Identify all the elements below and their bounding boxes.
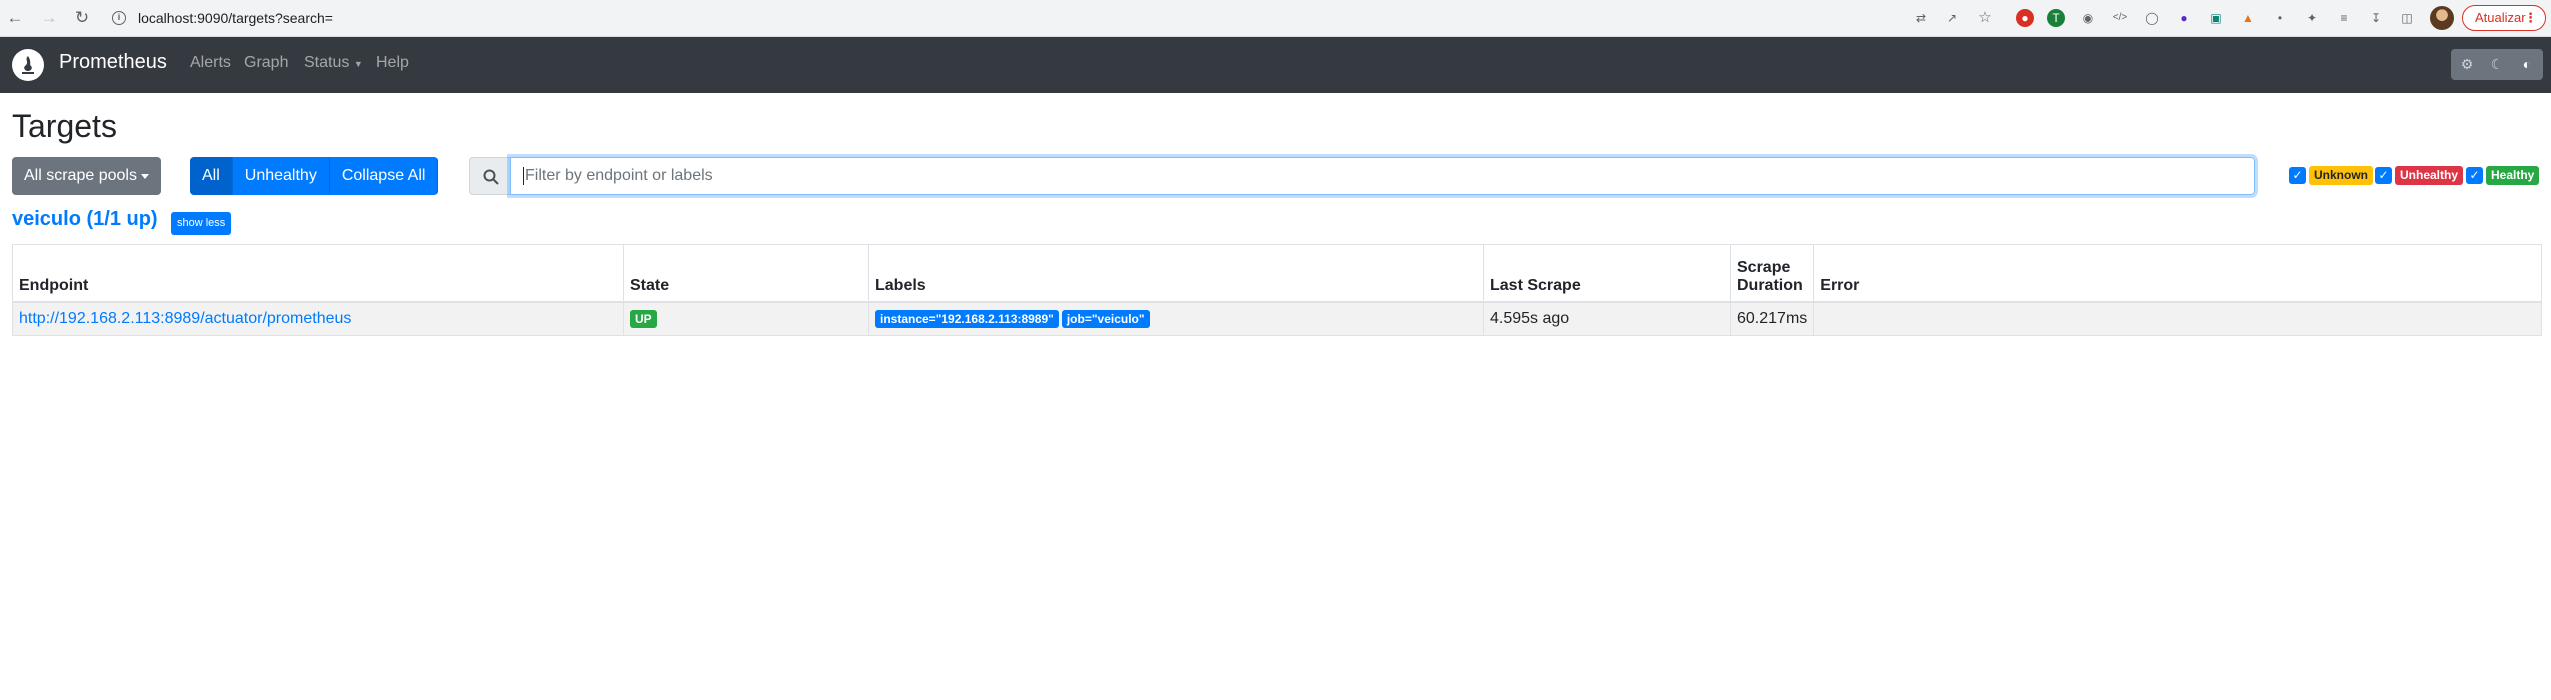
state-badge: UP — [630, 309, 657, 328]
search-icon-box — [469, 157, 511, 195]
menu-dots-icon: ⋮ — [2524, 10, 2537, 25]
check-icon[interactable]: ✓ — [2375, 167, 2392, 184]
update-button[interactable]: Atualizar ⋮ — [2462, 5, 2546, 31]
scrape-duration-cell: 60.217ms — [1729, 301, 1815, 336]
prometheus-logo-icon[interactable] — [12, 49, 44, 81]
unknown-badge: Unknown — [2309, 166, 2373, 185]
label-badge: instance="192.168.2.113:8989" — [875, 309, 1059, 328]
nav-graph[interactable]: Graph — [244, 54, 288, 72]
last-scrape-cell: 4.595s ago — [1483, 301, 1731, 336]
scrape-pools-dropdown[interactable]: All scrape pools — [12, 157, 161, 195]
update-label: Atualizar — [2475, 10, 2526, 25]
labels-cell: instance="192.168.2.113:8989" job="veicul… — [868, 301, 1484, 336]
extension-teal-icon[interactable]: ▣ — [2207, 9, 2225, 27]
state-cell: UP — [623, 301, 869, 336]
dark-theme-icon[interactable]: ☾ — [2482, 54, 2512, 75]
filter-all-button[interactable]: All — [190, 157, 233, 195]
forward-icon[interactable]: → — [38, 7, 60, 29]
extension-dot-icon[interactable]: • — [2271, 9, 2289, 27]
table-row: http://192.168.2.113:8989/actuator/prome… — [12, 301, 2542, 336]
extension-purple-icon[interactable]: ● — [2175, 9, 2193, 27]
theme-toggle-group: ⚙ ☾ ◐ — [2451, 49, 2543, 80]
unhealthy-badge: Unhealthy — [2395, 166, 2464, 185]
app-navbar: Prometheus Alerts Graph Status ▼ Help ⚙ … — [0, 37, 2551, 93]
healthy-badge: Healthy — [2486, 166, 2540, 185]
column-header: Error — [1813, 244, 2542, 303]
health-filter-healthy[interactable]: ✓ Healthy — [2466, 166, 2540, 185]
page-title: Targets — [12, 108, 117, 144]
error-cell — [1813, 301, 2542, 336]
download-icon[interactable]: ↧ — [2367, 9, 2385, 27]
side-panel-icon[interactable]: ◫ — [2398, 9, 2416, 27]
scrape-pools-label: All scrape pools — [24, 167, 137, 184]
health-filter-unknown[interactable]: ✓ Unknown — [2289, 166, 2373, 185]
caret-down-icon — [141, 174, 149, 179]
extensions-puzzle-icon[interactable]: ✦ — [2303, 9, 2321, 27]
bookmark-star-icon[interactable]: ☆ — [1976, 9, 1994, 27]
reload-icon[interactable]: ↻ — [71, 7, 93, 29]
table-header-row: Endpoint State Labels Last Scrape Scrape… — [12, 244, 2542, 303]
check-icon[interactable]: ✓ — [2466, 167, 2483, 184]
endpoint-link[interactable]: http://192.168.2.113:8989/actuator/prome… — [19, 310, 351, 327]
address-bar[interactable]: i localhost:9090/targets?search= — [102, 4, 2022, 33]
targets-table: Endpoint State Labels Last Scrape Scrape… — [12, 244, 2542, 336]
light-theme-icon[interactable]: ⚙ — [2452, 54, 2482, 75]
translate-icon[interactable]: ⇄ — [1912, 9, 1930, 27]
scrape-pool-title[interactable]: veiculo (1/1 up) — [12, 208, 158, 231]
nav-status[interactable]: Status ▼ — [304, 54, 363, 72]
nav-help[interactable]: Help — [376, 54, 409, 72]
chevron-down-icon: ▼ — [353, 59, 363, 69]
column-header: Scrape Duration — [1729, 244, 1815, 303]
auto-theme-icon[interactable]: ◐ — [2512, 54, 2542, 75]
extension-red-icon[interactable]: ● — [2016, 9, 2034, 27]
column-header: Labels — [868, 244, 1484, 303]
show-less-button[interactable]: show less — [171, 212, 232, 235]
endpoint-cell: http://192.168.2.113:8989/actuator/prome… — [12, 301, 624, 336]
column-header: Last Scrape — [1483, 244, 1731, 303]
shield-icon[interactable]: ◯ — [2143, 9, 2161, 27]
filter-button-group: All Unhealthy Collapse All — [190, 157, 439, 195]
column-header: State — [623, 244, 869, 303]
filter-unhealthy-button[interactable]: Unhealthy — [232, 157, 330, 195]
site-info-icon[interactable]: i — [112, 11, 126, 25]
brand-name[interactable]: Prometheus — [59, 51, 167, 74]
metamask-fox-icon[interactable]: ▲ — [2239, 9, 2257, 27]
back-icon[interactable]: ← — [4, 7, 26, 29]
column-header: Endpoint — [12, 244, 624, 303]
reading-list-icon[interactable]: ≡ — [2335, 9, 2353, 27]
profile-avatar[interactable] — [2430, 6, 2454, 30]
nav-alerts[interactable]: Alerts — [190, 54, 231, 72]
browser-toolbar: ← → ↻ i localhost:9090/targets?search= ⇄… — [0, 0, 2551, 37]
address-url[interactable]: localhost:9090/targets?search= — [138, 10, 333, 26]
search-input[interactable]: Filter by endpoint or labels — [510, 157, 2255, 195]
extension-green-icon[interactable]: T — [2047, 9, 2065, 27]
code-icon[interactable]: </> — [2111, 9, 2129, 27]
search-placeholder: Filter by endpoint or labels — [525, 167, 713, 184]
check-icon[interactable]: ✓ — [2289, 167, 2306, 184]
health-filter-unhealthy[interactable]: ✓ Unhealthy — [2375, 166, 2464, 185]
share-icon[interactable]: ↗ — [1943, 9, 1961, 27]
nav-status-label: Status — [304, 54, 350, 71]
search-icon — [483, 169, 499, 185]
camera-icon[interactable]: ◉ — [2079, 9, 2097, 27]
label-badge: job="veiculo" — [1061, 309, 1150, 328]
collapse-all-button[interactable]: Collapse All — [329, 157, 439, 195]
